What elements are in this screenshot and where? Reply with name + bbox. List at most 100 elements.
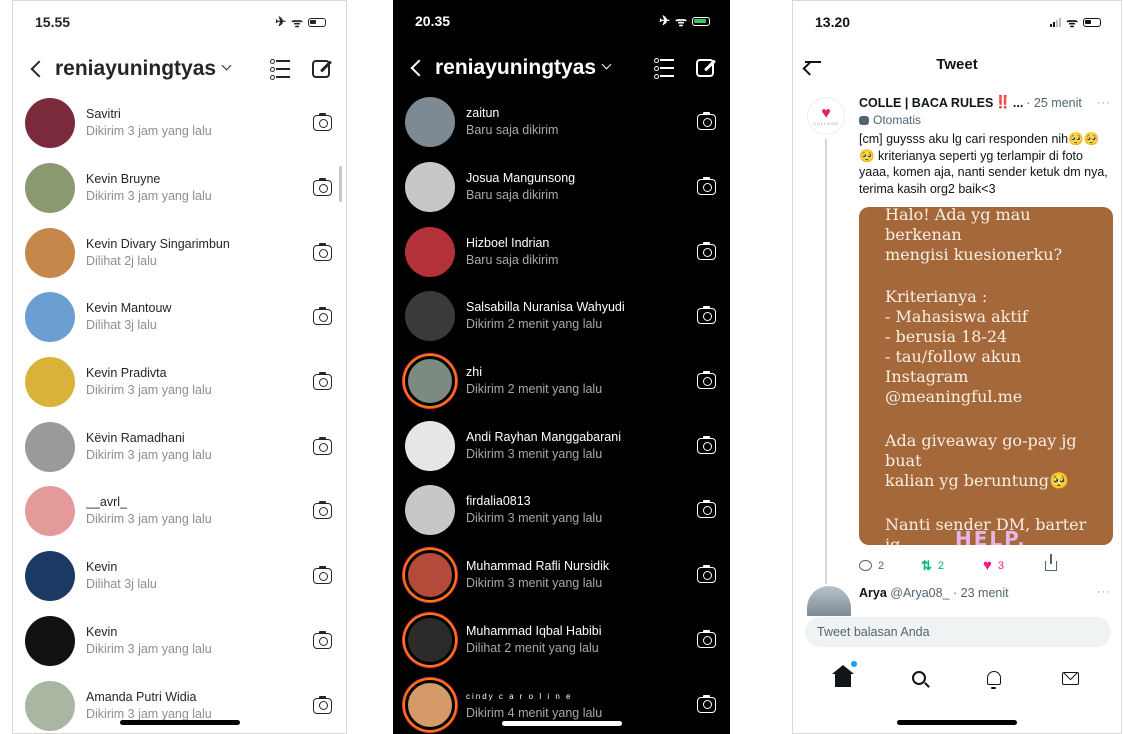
camera-icon[interactable] [697,435,716,454]
avatar[interactable] [405,291,455,342]
camera-icon[interactable] [313,695,332,714]
avatar[interactable] [25,357,75,408]
camera-icon[interactable] [313,372,332,391]
dm-header: reniayuningtyas [13,49,346,89]
avatar[interactable] [405,97,455,148]
camera-icon[interactable] [697,694,716,713]
account-switcher[interactable]: reniayuningtyas [55,57,232,81]
avatar[interactable] [25,292,75,343]
camera-icon[interactable] [697,177,716,196]
avatar[interactable] [405,162,455,213]
avatar[interactable] [25,227,75,278]
list-item[interactable]: Josua Mangunsong Baru saja dikirim [393,155,730,220]
list-item[interactable]: Salsabilla Nuranisa Wahyudi Dikirim 2 men… [393,284,730,349]
list-item[interactable]: zaitun Baru saja dikirim [393,90,730,155]
reply-count: 2 [878,559,885,572]
avatar[interactable] [405,679,455,730]
back-icon[interactable] [30,60,48,78]
avatar[interactable] [25,486,75,537]
avatar[interactable] [405,485,455,536]
compose-icon[interactable] [696,59,714,77]
contact-name: Kevin Mantouw [86,301,172,316]
more-icon[interactable]: ··· [1097,586,1111,598]
camera-icon[interactable] [313,113,332,132]
camera-icon[interactable] [313,242,332,261]
message-status: Baru saja dikirim [466,252,559,267]
camera-icon[interactable] [697,112,716,131]
list-item[interactable]: Këvin Ramadhani Dikirim 3 jam yang lalu [13,414,346,479]
home-indicator[interactable] [501,721,622,726]
camera-icon[interactable] [697,565,716,584]
wifi-icon: ᯤ [291,15,303,30]
list-item[interactable]: Kevin Bruyne Dikirim 3 jam yang lalu [13,156,346,221]
list-item[interactable]: zhi Dikirim 2 menit yang lalu [393,349,730,414]
author-name[interactable]: COLLE | BACA RULES [859,96,993,110]
home-indicator[interactable] [897,720,1017,725]
chevron-down-icon [221,60,232,71]
avatar[interactable] [25,421,75,472]
list-item[interactable]: __avrl_ Dikirim 3 jam yang lalu [13,479,346,544]
search-icon[interactable] [912,671,927,685]
home-icon[interactable] [832,661,858,687]
camera-icon[interactable] [697,306,716,325]
list-item[interactable]: Kevin Divary Singarimbun Dilihat 2j lalu [13,220,346,285]
avatar[interactable] [405,420,455,471]
tweet-time: · 25 menit [1026,95,1082,110]
avatar[interactable]: ♥ COLLEGE [807,97,845,135]
avatar[interactable] [405,226,455,277]
avatar[interactable] [405,614,455,665]
back-arrow-icon[interactable] [805,61,821,63]
camera-icon[interactable] [313,630,332,649]
avatar[interactable] [405,550,455,601]
reply-button[interactable]: 2 [859,560,921,572]
list-item[interactable]: Kevin Dikirim 3 jam yang lalu [13,609,346,674]
like-button[interactable]: ♥ 3 [983,557,1045,574]
avatar[interactable] [25,98,75,149]
avatar[interactable] [25,551,75,602]
camera-icon[interactable] [313,566,332,585]
message-status: Dikirim 3 jam yang lalu [86,383,212,398]
camera-icon[interactable] [697,371,716,390]
retweet-button[interactable]: ⇅ 2 [921,558,983,574]
camera-icon[interactable] [697,500,716,519]
list-item[interactable]: Savitri Dikirim 3 jam yang lalu [13,91,346,156]
avatar[interactable] [25,163,75,214]
list-icon[interactable] [270,59,290,80]
reply-input[interactable]: Tweet balasan Anda [805,617,1111,647]
back-icon[interactable] [410,59,428,77]
mail-icon[interactable] [1061,671,1079,685]
reply-time: · 23 menit [953,586,1009,600]
compose-icon[interactable] [312,60,330,78]
camera-icon[interactable] [313,307,332,326]
camera-icon[interactable] [697,629,716,648]
list-item[interactable]: Kevin Mantouw Dilihat 3j lalu [13,285,346,350]
camera-icon[interactable] [313,436,332,455]
bell-icon[interactable] [986,671,1001,689]
more-icon[interactable]: ··· [1097,97,1111,109]
share-button[interactable] [1045,553,1107,571]
list-icon[interactable] [654,58,674,79]
list-item[interactable]: Muhammad Rafli Nursidik Dikirim 3 menit y… [393,543,730,608]
account-switcher[interactable]: reniayuningtyas [435,56,612,80]
list-item[interactable]: Kevin Dilihat 3j lalu [13,544,346,609]
list-item[interactable]: Muhammad Iqbal Habibi Dilihat 2 menit yan… [393,608,730,673]
avatar[interactable] [405,356,455,407]
reply-author: Arya [859,586,887,600]
avatar[interactable] [25,680,75,731]
scrollbar[interactable] [339,166,342,202]
contact-name: Kevin [86,624,118,639]
camera-icon[interactable] [697,241,716,260]
list-item[interactable]: Andi Rayhan Manggabarani Dikirim 3 menit … [393,413,730,478]
list-item[interactable]: Hizboel Indrian Baru saja dikirim [393,219,730,284]
list-item[interactable]: firdalia0813 Dikirim 3 menit yang lalu [393,478,730,543]
camera-icon[interactable] [313,178,332,197]
avatar[interactable] [807,586,851,616]
avatar[interactable] [25,615,75,666]
battery-icon [308,17,326,27]
reply-tweet[interactable]: Arya @Arya08_ · 23 menit ··· [807,586,1111,616]
camera-icon[interactable] [313,501,332,520]
home-indicator[interactable] [119,720,240,725]
dm-text: cindy c a r o l i n e Dikirim 4 menit yan… [466,688,697,722]
tweet-image[interactable]: Halo! Ada yg mau berkenan mengisi kuesio… [859,207,1113,545]
list-item[interactable]: Kevin Pradivta Dikirim 3 jam yang lalu [13,350,346,415]
